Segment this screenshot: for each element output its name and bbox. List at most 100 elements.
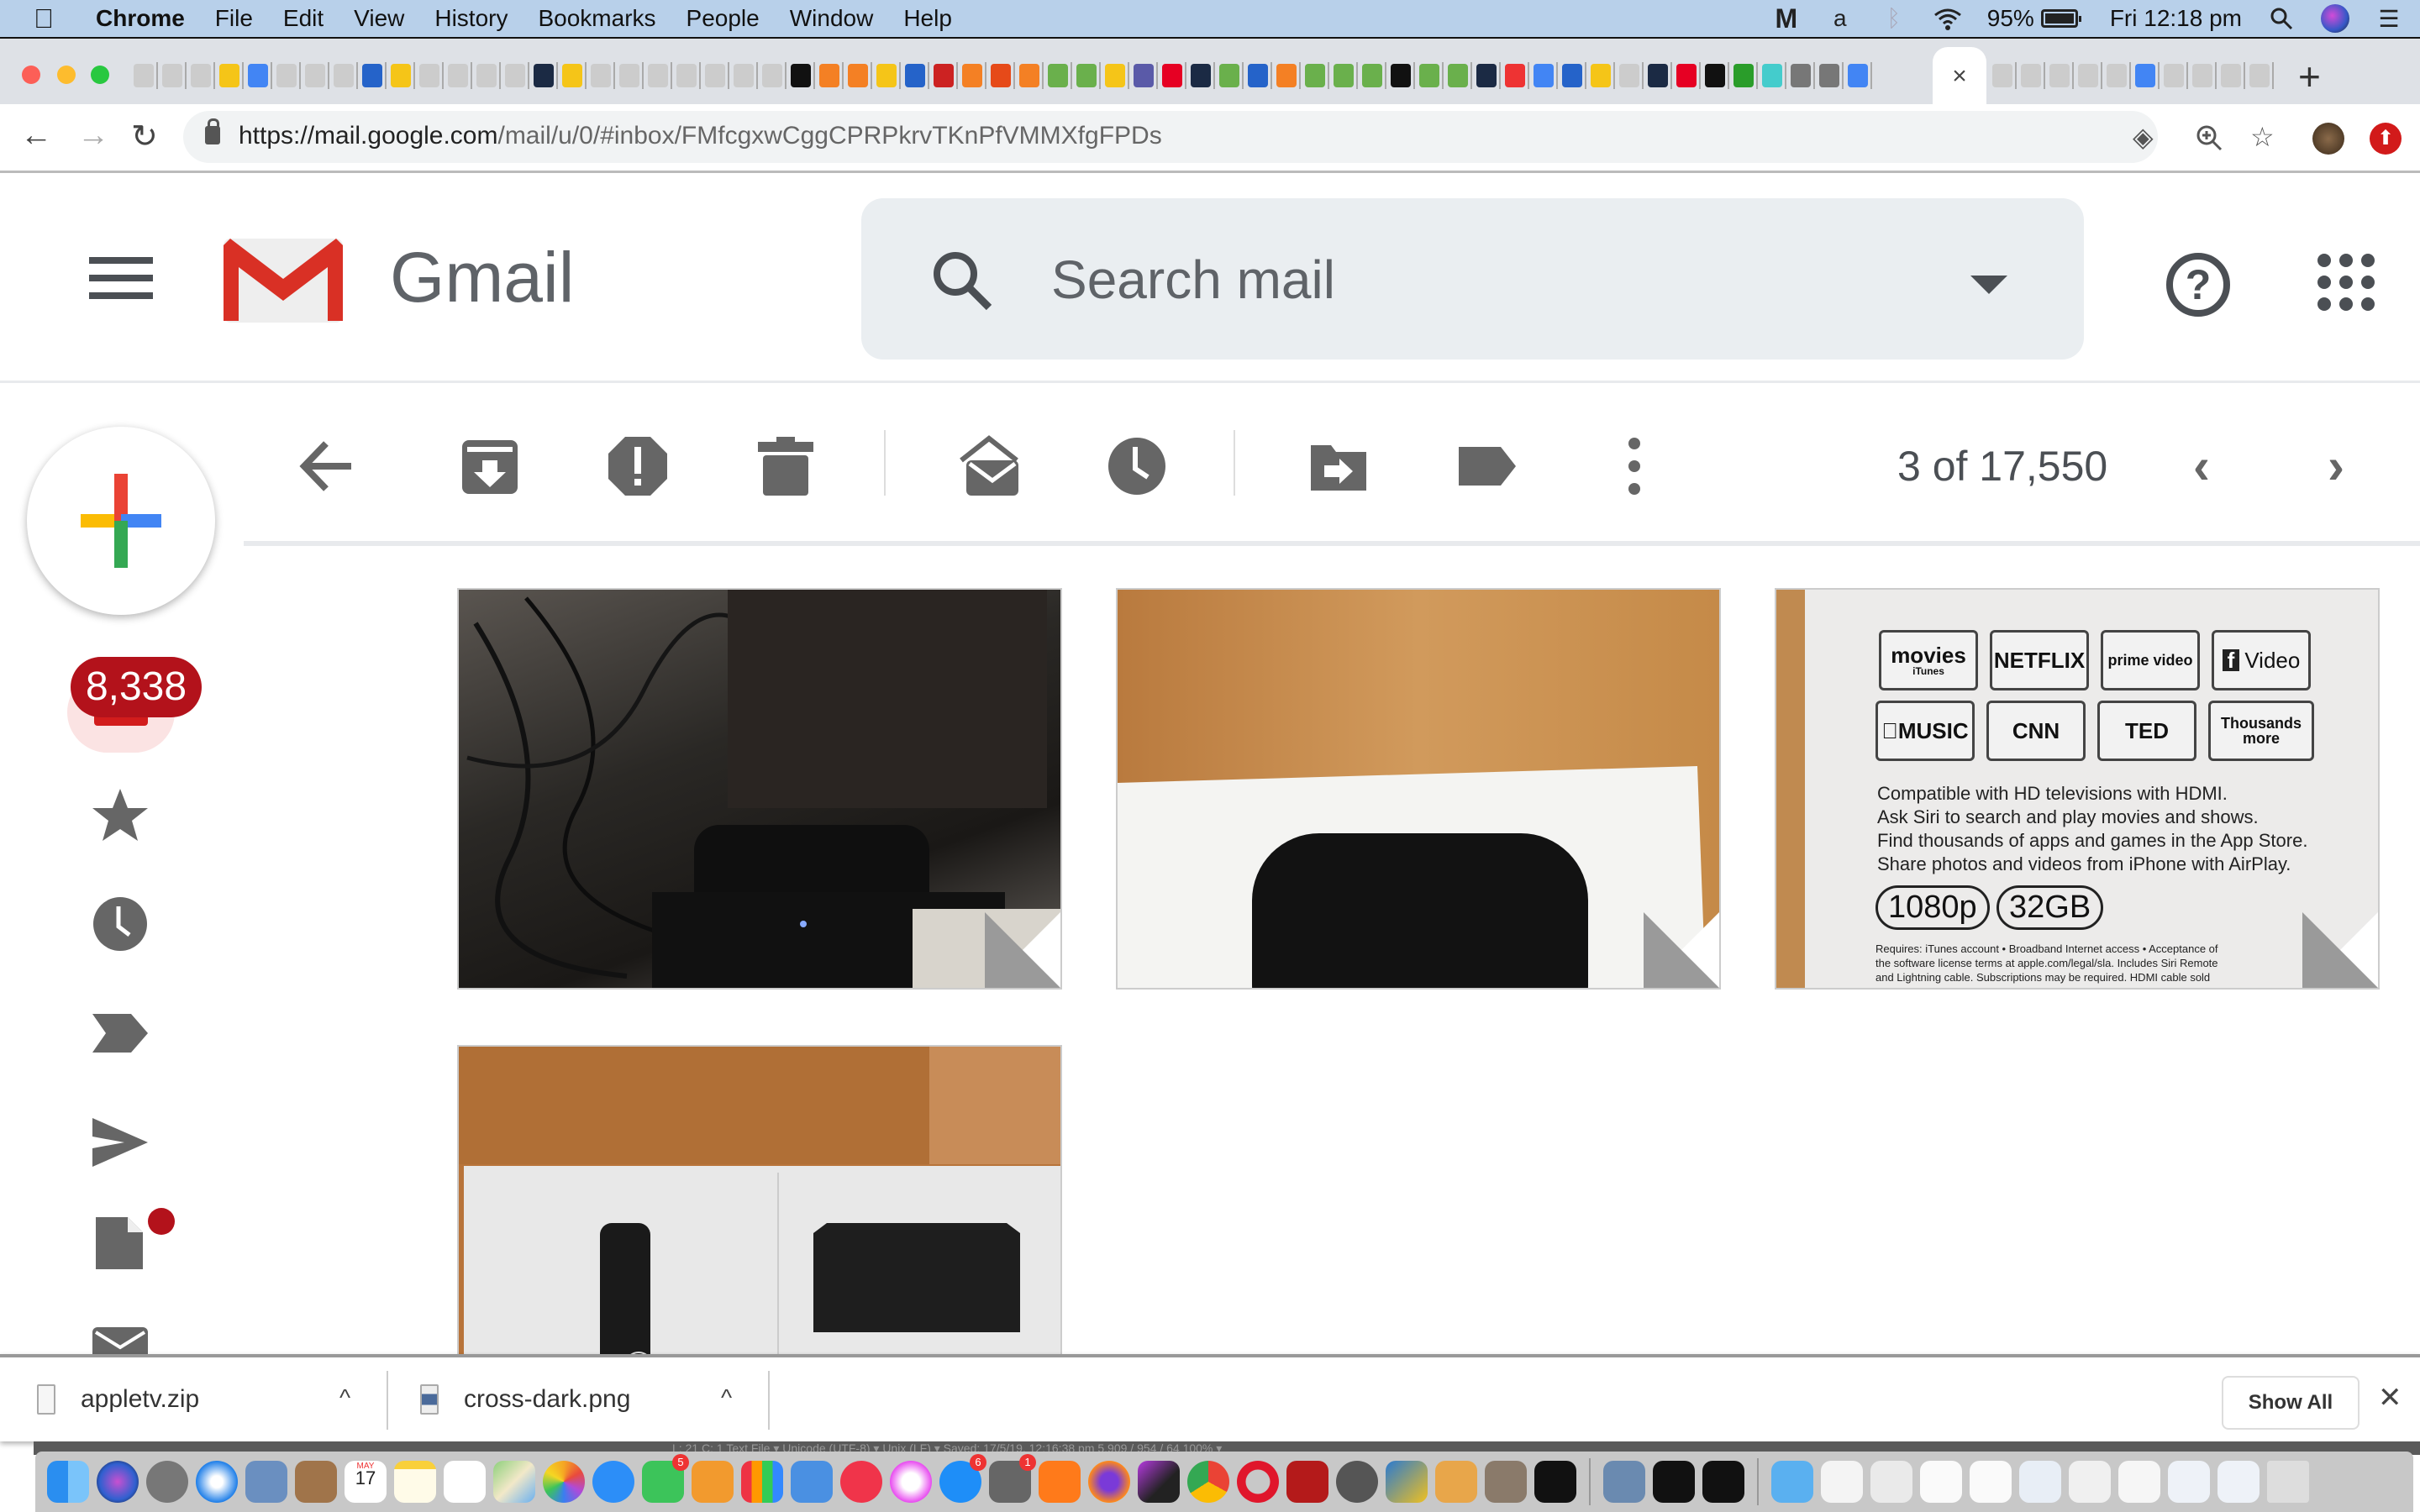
- download-filename[interactable]: appletv.zip: [81, 1385, 199, 1414]
- phpstorm-icon[interactable]: [1138, 1461, 1180, 1503]
- pinned-tab[interactable]: [933, 62, 958, 89]
- report-spam-icon[interactable]: [607, 435, 669, 497]
- pinned-tab[interactable]: [2220, 62, 2245, 89]
- pinned-tab[interactable]: [818, 62, 844, 89]
- menu-people[interactable]: People: [687, 5, 760, 32]
- pinned-tab[interactable]: [1790, 62, 1815, 89]
- pinned-tab[interactable]: [276, 62, 301, 89]
- pinned-tab[interactable]: [1304, 62, 1329, 89]
- pinned-tab[interactable]: [2163, 62, 2188, 89]
- pinned-tab[interactable]: [418, 62, 444, 89]
- labels-icon[interactable]: [1455, 435, 1518, 497]
- siri-icon[interactable]: [2321, 4, 2349, 33]
- itunes-icon[interactable]: [890, 1461, 932, 1503]
- pinned-tab[interactable]: [1818, 62, 1844, 89]
- thunderbird-icon[interactable]: [1386, 1461, 1428, 1503]
- zoom-icon[interactable]: [2196, 121, 2223, 158]
- opera-icon[interactable]: [1237, 1461, 1279, 1503]
- starred-icon[interactable]: [91, 785, 150, 844]
- chrome-update-icon[interactable]: ⬆: [2370, 123, 2402, 155]
- tab-close-icon[interactable]: ×: [1952, 62, 1967, 91]
- pinned-tab[interactable]: [247, 62, 272, 89]
- pinned-tab[interactable]: [447, 62, 472, 89]
- pinned-tab[interactable]: [1618, 62, 1644, 89]
- pinned-tab[interactable]: [561, 62, 587, 89]
- delete-trash-icon[interactable]: [755, 435, 817, 497]
- pinned-tab[interactable]: [1647, 62, 1672, 89]
- drafts-icon[interactable]: [91, 1214, 150, 1273]
- menu-file[interactable]: File: [215, 5, 253, 32]
- facetime-icon[interactable]: 5: [642, 1454, 689, 1503]
- download-filename[interactable]: cross-dark.png: [464, 1385, 630, 1414]
- window-close-button[interactable]: [22, 66, 40, 84]
- snooze-clock-icon[interactable]: [1106, 435, 1168, 497]
- pinned-tab[interactable]: [1190, 62, 1215, 89]
- numbers-icon[interactable]: [741, 1461, 783, 1503]
- pinned-tab[interactable]: [704, 62, 729, 89]
- finder-icon[interactable]: [47, 1461, 89, 1503]
- minimized-window[interactable]: [2217, 1461, 2260, 1503]
- chrome-icon[interactable]: [1187, 1461, 1229, 1503]
- pinned-tab[interactable]: [2077, 62, 2102, 89]
- back-to-inbox-arrow-icon[interactable]: [296, 435, 358, 497]
- attachment-thumbnail[interactable]: [457, 1045, 1062, 1354]
- attachment-thumbnail[interactable]: [457, 588, 1062, 990]
- pinned-tab[interactable]: [1847, 62, 1872, 89]
- pinned-tab[interactable]: [1733, 62, 1758, 89]
- pinned-tab[interactable]: [1418, 62, 1444, 89]
- wifi-icon[interactable]: [1933, 6, 1962, 31]
- keynote-icon[interactable]: [791, 1461, 833, 1503]
- terminal-icon[interactable]: [1534, 1461, 1576, 1503]
- more-options-icon[interactable]: [1603, 435, 1665, 497]
- main-menu-icon[interactable]: [89, 257, 153, 299]
- minimized-window[interactable]: [1920, 1461, 1962, 1503]
- pinned-tab[interactable]: [218, 62, 244, 89]
- gmail-title[interactable]: Gmail: [390, 237, 574, 318]
- pinned-tab[interactable]: [1561, 62, 1586, 89]
- pinned-tab[interactable]: [847, 62, 872, 89]
- url-text[interactable]: https://mail.google.com/mail/u/0/#inbox/…: [239, 122, 1162, 150]
- pinned-tab[interactable]: [961, 62, 986, 89]
- pinned-tab[interactable]: [1476, 62, 1501, 89]
- compose-button[interactable]: [27, 427, 215, 615]
- pinned-tab[interactable]: [990, 62, 1015, 89]
- pinned-tab[interactable]: [1333, 62, 1358, 89]
- avast-icon[interactable]: a: [1826, 5, 1854, 31]
- pinned-tab[interactable]: [1447, 62, 1472, 89]
- pinned-tab[interactable]: [533, 62, 558, 89]
- minimized-window[interactable]: [2019, 1461, 2061, 1503]
- pinned-tab[interactable]: [1533, 62, 1558, 89]
- help-icon[interactable]: ?: [2166, 253, 2230, 317]
- archive-icon[interactable]: [459, 435, 521, 497]
- pinned-tab[interactable]: [1390, 62, 1415, 89]
- window-zoom-button[interactable]: [91, 66, 109, 84]
- pinned-tab[interactable]: [333, 62, 358, 89]
- pinned-tab[interactable]: [1104, 62, 1129, 89]
- pinned-tab[interactable]: [504, 62, 529, 89]
- system-preferences-icon[interactable]: 1: [989, 1454, 1036, 1503]
- download-options-chevron-up-icon[interactable]: ^: [339, 1384, 350, 1411]
- window-minimize-button[interactable]: [57, 66, 76, 84]
- pinned-tab[interactable]: [761, 62, 786, 89]
- minimized-window[interactable]: [2118, 1461, 2160, 1503]
- older-chevron-right-icon[interactable]: ›: [2328, 437, 2344, 495]
- move-to-icon[interactable]: [1307, 435, 1370, 497]
- pinned-tab[interactable]: [1161, 62, 1186, 89]
- extension-diamond-icon[interactable]: ◈: [2133, 121, 2154, 153]
- pinned-tab[interactable]: [904, 62, 929, 89]
- pinned-tab[interactable]: [790, 62, 815, 89]
- pinned-tab[interactable]: [1247, 62, 1272, 89]
- google-apps-icon[interactable]: [2317, 254, 2375, 311]
- downloads-folder-icon[interactable]: [1771, 1461, 1813, 1503]
- siri-dock-icon[interactable]: [97, 1461, 139, 1503]
- coda-icon[interactable]: [1435, 1461, 1477, 1503]
- pinned-tab[interactable]: [676, 62, 701, 89]
- minimized-window[interactable]: [2069, 1461, 2111, 1503]
- sent-icon[interactable]: [91, 1113, 150, 1172]
- pinned-tab[interactable]: [1991, 62, 2017, 89]
- pinned-tab[interactable]: [1504, 62, 1529, 89]
- avast-dock-icon[interactable]: [1039, 1461, 1081, 1503]
- back-button[interactable]: ←: [20, 118, 52, 154]
- minimized-window[interactable]: [2168, 1461, 2210, 1503]
- pinned-tab[interactable]: [618, 62, 644, 89]
